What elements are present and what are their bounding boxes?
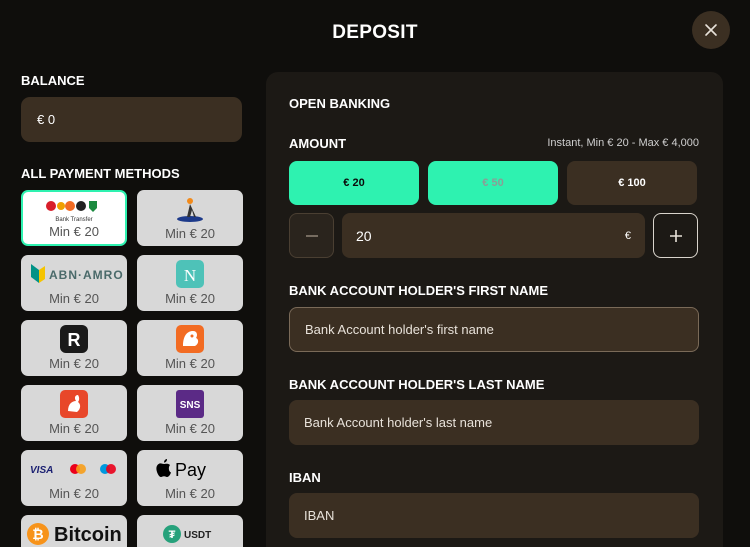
method-min-label: Min € 20 xyxy=(165,226,215,241)
amount-limits-note: Instant, Min € 20 - Max € 4,000 xyxy=(547,137,699,149)
iban-label: IBAN xyxy=(289,470,321,485)
first-name-label: BANK ACCOUNT HOLDER'S FIRST NAME xyxy=(289,283,548,298)
ing-lion-logo xyxy=(137,325,243,353)
svg-text:USDT: USDT xyxy=(184,530,211,541)
balance-value: € 0 xyxy=(21,97,242,142)
minus-icon xyxy=(305,234,318,237)
first-name-field[interactable]: Bank Account holder's first name xyxy=(289,307,699,352)
decrease-amount-button[interactable] xyxy=(289,213,334,258)
method-tile-bancontact[interactable]: Min € 20 xyxy=(137,190,243,246)
svg-text:SNS: SNS xyxy=(180,400,201,411)
card-brands-logo: VISA xyxy=(21,455,127,483)
svg-text:R: R xyxy=(68,330,81,350)
method-min-label: Min € 20 xyxy=(165,421,215,436)
iban-field[interactable]: IBAN xyxy=(289,493,699,538)
method-tile-cards[interactable]: VISA Min € 20 xyxy=(21,450,127,506)
last-name-label: BANK ACCOUNT HOLDER'S LAST NAME xyxy=(289,377,545,392)
method-tile-abn-amro[interactable]: ABN·AMRO Min € 20 xyxy=(21,255,127,311)
increase-amount-button[interactable] xyxy=(653,213,698,258)
bank-transfer-logo: Bank Transfer xyxy=(23,197,125,225)
method-min-label: Min € 20 xyxy=(49,421,99,436)
amount-label: AMOUNT xyxy=(289,136,347,151)
method-tile-sns[interactable]: SNS Min € 20 xyxy=(137,385,243,441)
payment-methods-label: ALL PAYMENT METHODS xyxy=(21,166,180,181)
method-min-label: Min € 20 xyxy=(49,486,99,501)
revolut-logo: R xyxy=(21,325,127,353)
method-tile-bitcoin[interactable]: ₿ Bitcoin xyxy=(21,515,127,547)
svg-text:Bitcoin: Bitcoin xyxy=(54,524,122,546)
bitcoin-logo: ₿ Bitcoin xyxy=(21,520,127,547)
method-min-label: Min € 20 xyxy=(49,356,99,371)
svg-text:VISA: VISA xyxy=(30,465,53,476)
abn-amro-logo: ABN·AMRO xyxy=(21,260,127,288)
method-tile-rabobank[interactable]: Min € 20 xyxy=(21,385,127,441)
balance-label: BALANCE xyxy=(21,73,85,88)
method-tile-bank-transfer[interactable]: Bank Transfer Min € 20 xyxy=(21,190,127,246)
amount-chip-50[interactable]: € 50 xyxy=(428,161,558,205)
method-tile-n-bank[interactable]: N Min € 20 xyxy=(137,255,243,311)
method-tile-ing[interactable]: Min € 20 xyxy=(137,320,243,376)
svg-text:₮: ₮ xyxy=(169,529,176,541)
method-min-label: Min € 20 xyxy=(165,356,215,371)
panel-heading: OPEN BANKING xyxy=(289,96,391,111)
method-tile-usdt[interactable]: ₮ USDT xyxy=(137,515,243,547)
svg-text:N: N xyxy=(184,266,196,285)
plus-icon xyxy=(669,229,682,242)
method-min-label: Min € 20 xyxy=(49,224,99,239)
method-tile-revolut[interactable]: R Min € 20 xyxy=(21,320,127,376)
svg-text:₿: ₿ xyxy=(32,526,43,542)
usdt-logo: ₮ USDT xyxy=(137,520,243,547)
svg-text:ABN·AMRO: ABN·AMRO xyxy=(49,268,123,282)
close-icon xyxy=(705,24,717,36)
close-button[interactable] xyxy=(692,11,730,49)
currency-symbol: € xyxy=(624,229,631,242)
method-min-label: Min € 20 xyxy=(49,291,99,306)
last-name-field[interactable]: Bank Account holder's last name xyxy=(289,400,699,445)
n-bank-logo: N xyxy=(137,260,243,288)
method-min-label: Min € 20 xyxy=(165,291,215,306)
amount-chip-20[interactable]: € 20 xyxy=(289,161,419,205)
method-tile-apple-pay[interactable]: Pay Min € 20 xyxy=(137,450,243,506)
open-banking-panel: OPEN BANKING AMOUNT Instant, Min € 20 - … xyxy=(266,72,723,547)
rabobank-logo xyxy=(21,390,127,418)
sns-logo: SNS xyxy=(137,390,243,418)
modal-title: DEPOSIT xyxy=(332,22,418,43)
amount-value: 20 xyxy=(356,227,372,244)
svg-text:Pay: Pay xyxy=(175,460,206,480)
amount-input[interactable]: 20 € xyxy=(342,213,645,258)
svg-text:Bank Transfer: Bank Transfer xyxy=(55,217,92,223)
apple-pay-logo: Pay xyxy=(137,455,243,483)
figure-logo xyxy=(137,195,243,223)
payment-methods-grid: Bank Transfer Min € 20 Min € 20 ABN·AMRO… xyxy=(21,190,243,547)
method-min-label: Min € 20 xyxy=(165,486,215,501)
amount-chip-100[interactable]: € 100 xyxy=(567,161,697,205)
